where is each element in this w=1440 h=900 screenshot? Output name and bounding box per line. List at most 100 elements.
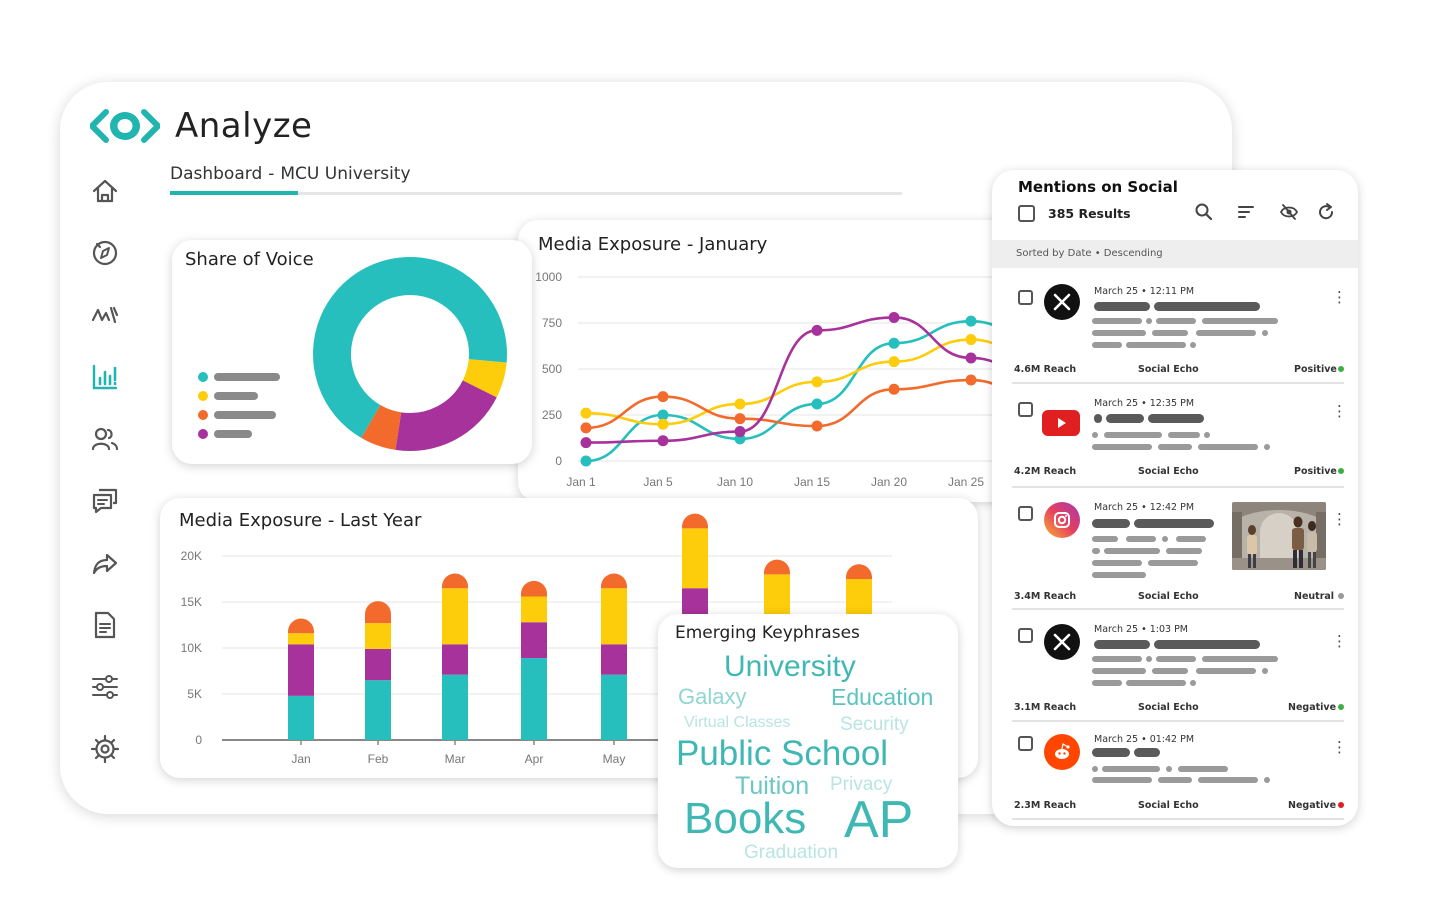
text-placeholder (1190, 342, 1196, 348)
sidebar-item-home[interactable] (84, 170, 126, 212)
post-photo[interactable] (1232, 502, 1326, 570)
keyphrase[interactable]: University (724, 650, 856, 684)
mention-date: March 25 • 12:42 PM (1094, 502, 1195, 513)
mention-checkbox[interactable] (1018, 736, 1033, 751)
keyphrase[interactable]: Public School (676, 734, 888, 774)
x-tick-label: Feb (368, 752, 389, 766)
bar-segment (601, 644, 627, 675)
source: Social Echo (1138, 591, 1199, 602)
bar-segment (442, 573, 468, 589)
sidebar-item-audience[interactable] (84, 418, 126, 460)
text-placeholder (1148, 414, 1204, 423)
text-placeholder (1092, 656, 1142, 662)
y-tick-label: 1000 (535, 270, 562, 284)
mention-checkbox[interactable] (1018, 506, 1033, 521)
sidebar-item-settings[interactable] (84, 728, 126, 770)
divider (1012, 818, 1344, 820)
x-icon (1044, 284, 1080, 320)
bar-segment (601, 588, 627, 645)
sidebar-item-engage[interactable] (84, 480, 126, 522)
mention-checkbox[interactable] (1018, 402, 1033, 417)
more-icon[interactable]: ⋮ (1332, 404, 1347, 419)
text-placeholder (1094, 640, 1150, 649)
hide-icon[interactable] (1279, 202, 1299, 222)
sidebar-item-trends[interactable] (84, 294, 126, 336)
instagram-icon (1044, 502, 1080, 538)
x-tick-label: Jan (291, 752, 310, 766)
bar-segment (365, 623, 391, 649)
keyphrase[interactable]: Virtual Classes (684, 714, 790, 732)
text-placeholder (1196, 330, 1256, 336)
data-point (888, 311, 900, 323)
breadcrumb-section[interactable]: Dashboard (170, 164, 262, 184)
data-point (888, 383, 900, 395)
donut-slice (395, 379, 497, 451)
bar-segment (288, 695, 314, 740)
refresh-icon[interactable] (1316, 202, 1336, 222)
bar-segment (365, 680, 391, 740)
youtube-icon (1042, 410, 1080, 436)
line-series (585, 378, 1012, 430)
text-placeholder (1198, 777, 1258, 783)
more-icon[interactable]: ⋮ (1332, 740, 1347, 755)
more-icon[interactable]: ⋮ (1332, 634, 1347, 649)
bar-segment (442, 674, 468, 740)
sidebar-item-analytics[interactable] (84, 356, 126, 398)
keyphrase[interactable]: Graduation (744, 842, 838, 864)
data-point (580, 437, 592, 449)
text-placeholder (1264, 444, 1270, 450)
mention-date: March 25 • 01:42 PM (1094, 734, 1195, 745)
bar-segment (764, 574, 790, 616)
select-all-checkbox[interactable] (1018, 205, 1035, 222)
mentions-panel: Mentions on Social 385 Results Sorted by… (992, 170, 1358, 826)
keyphrase[interactable]: Books (684, 794, 806, 844)
text-placeholder (1092, 766, 1098, 772)
mention-checkbox[interactable] (1018, 628, 1033, 643)
more-icon[interactable]: ⋮ (1332, 290, 1347, 305)
x-tick-label: Jan 25 (948, 475, 984, 489)
sentiment: Negative (1288, 800, 1337, 811)
text-placeholder (1092, 444, 1152, 450)
text-placeholder (1092, 572, 1146, 578)
text-placeholder (1092, 342, 1122, 348)
bar-segment (601, 573, 627, 589)
mention-date: March 25 • 12:11 PM (1094, 286, 1195, 297)
divider (1012, 486, 1344, 488)
more-icon[interactable]: ⋮ (1332, 512, 1347, 527)
bar-segment (288, 618, 314, 634)
keyphrase[interactable]: AP (844, 790, 913, 850)
keyphrase[interactable]: Education (831, 684, 933, 711)
text-placeholder (1092, 432, 1098, 438)
sidebar-item-reports[interactable] (84, 604, 126, 646)
text-placeholder (1092, 748, 1130, 757)
keyphrase[interactable]: Galaxy (678, 684, 746, 710)
divider (1012, 382, 1344, 384)
data-point (811, 420, 823, 432)
reach: 3.1M Reach (1014, 702, 1077, 713)
bar-segment (682, 513, 708, 529)
mention-checkbox[interactable] (1018, 290, 1033, 305)
y-tick-label: 0 (555, 454, 562, 468)
bar-segment (521, 622, 547, 659)
line-chart: 0 250 500 750 1000 Jan 1 Jan 5 Jan 10 Jan 15 Jan … (535, 270, 1018, 489)
sentiment: Neutral (1294, 591, 1335, 602)
text-placeholder (1134, 519, 1214, 528)
y-tick-label: 20K (181, 549, 202, 563)
text-placeholder (1162, 536, 1168, 542)
sentiment-dot (1338, 366, 1344, 372)
sort-icon[interactable] (1236, 202, 1256, 222)
keyphrase[interactable]: Security (840, 714, 909, 736)
sidebar-item-filters[interactable] (84, 666, 126, 708)
sidebar-item-explore[interactable] (84, 232, 126, 274)
data-point (811, 376, 823, 388)
sentiment-dot (1338, 802, 1344, 808)
text-placeholder (1176, 536, 1206, 542)
sidebar-item-share[interactable] (84, 542, 126, 584)
text-placeholder (1178, 766, 1228, 772)
data-point (811, 324, 823, 336)
source: Social Echo (1138, 364, 1199, 375)
search-icon[interactable] (1194, 202, 1214, 222)
text-placeholder (1262, 668, 1268, 674)
reach: 4.2M Reach (1014, 466, 1077, 477)
bar-segment (521, 596, 547, 623)
